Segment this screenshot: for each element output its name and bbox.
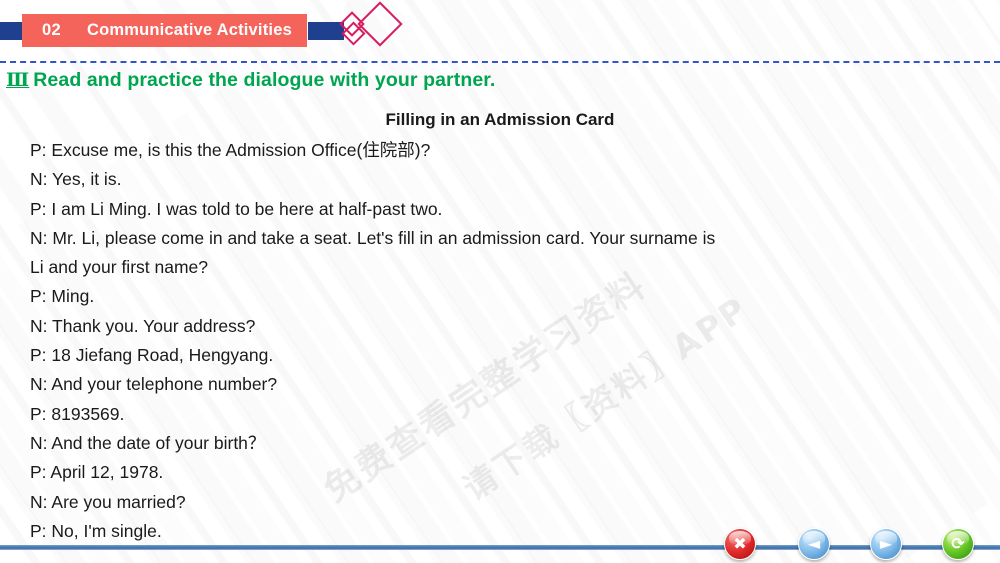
- next-button[interactable]: ►: [870, 528, 902, 560]
- section-title: Communicative Activities: [86, 21, 292, 39]
- header-banner: 02 Communicative Activities: [0, 0, 1000, 62]
- previous-button[interactable]: ◄: [798, 528, 830, 560]
- dialogue-body: P: Excuse me, is this the Admission Offi…: [30, 136, 970, 546]
- dialogue-line: N: Mr. Li, please come in and take a sea…: [30, 227, 716, 248]
- section-roman-numeral: Ⅲ: [6, 69, 30, 91]
- dialogue-title: Filling in an Admission Card: [385, 110, 615, 129]
- section-number: 02: [42, 21, 61, 39]
- arrow-right-icon: ►: [879, 534, 893, 553]
- dialogue-line: P: 18 Jiefang Road, Hengyang.: [30, 345, 274, 366]
- dialogue-line: N: And your telephone number?: [30, 374, 278, 395]
- navigation-bar: ✖ ◄ ► ⟳: [0, 528, 1000, 563]
- section-heading-text: Read and practice the dialogue with your…: [33, 69, 496, 91]
- dialogue-line: P: Ming.: [30, 286, 95, 307]
- dialogue-line: Li and your first name?: [30, 257, 209, 278]
- page-title: Ⅲ Read and practice the dialogue with you…: [6, 69, 495, 92]
- close-button[interactable]: ✖: [724, 528, 756, 560]
- dialogue-line: P: 8193569.: [30, 403, 125, 424]
- dialogue-line: P: I am Li Ming. I was told to be here a…: [30, 198, 443, 219]
- dialogue-line: N: And the date of your birth？: [30, 432, 266, 453]
- slide-canvas: 免费查看完整学习资料 请下载〖资料〗APP 02 Communicative A…: [0, 0, 1000, 563]
- refresh-button[interactable]: ⟳: [942, 528, 974, 560]
- dialogue-line: N: Thank you. Your address?: [30, 315, 256, 336]
- arrow-left-icon: ◄: [807, 534, 821, 553]
- section-banner: 02 Communicative Activities: [22, 14, 307, 47]
- dialogue-line: P: April 12, 1978.: [30, 462, 164, 483]
- refresh-icon: ⟳: [951, 534, 965, 553]
- header-dashed-rule: [0, 61, 1000, 63]
- close-icon: ✖: [733, 534, 747, 553]
- dialogue-line: N: Are you married?: [30, 491, 186, 512]
- dialogue-line: P: Excuse me, is this the Admission Offi…: [30, 140, 431, 160]
- dialogue-line: N: Yes, it is.: [30, 169, 122, 190]
- diamond-decoration-icon: [339, 1, 403, 47]
